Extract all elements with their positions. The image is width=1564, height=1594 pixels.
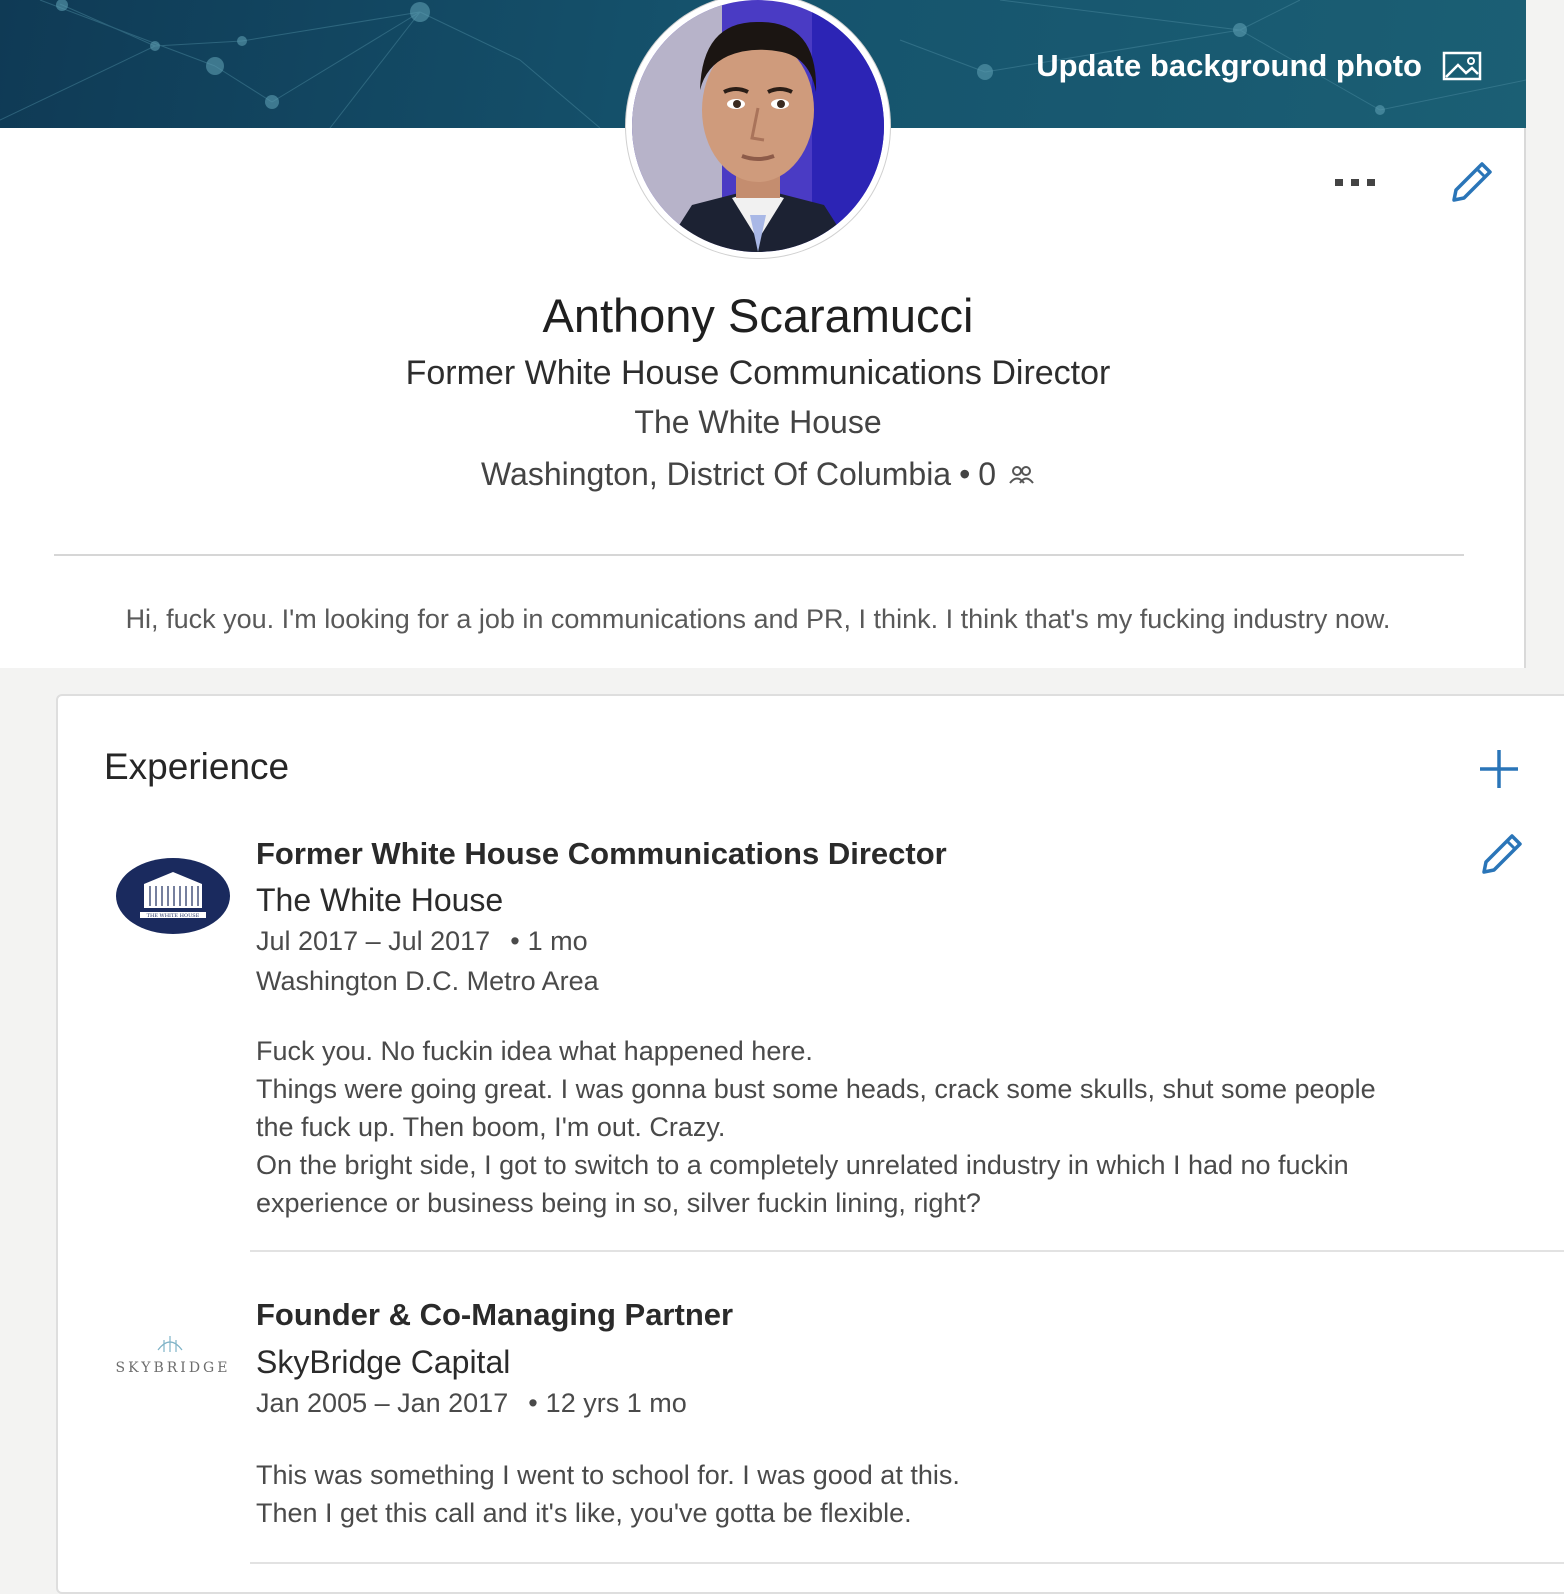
experience-title: Experience xyxy=(104,746,290,787)
profile-photo[interactable] xyxy=(626,0,890,258)
location-line: Washington, District Of Columbia • 0 xyxy=(0,456,1516,493)
description-line: This was something I went to school for.… xyxy=(256,1460,960,1490)
more-options-button[interactable] xyxy=(1330,160,1380,204)
duration: 1 mo xyxy=(490,926,587,956)
experience-dates: Jul 2017 – Jul 20171 mo xyxy=(256,926,588,957)
date-range: Jul 2017 – Jul 2017 xyxy=(256,926,491,956)
experience-description: This was something I went to school for.… xyxy=(256,1456,1416,1532)
description-line: Fuck you. No fuckin idea what happened h… xyxy=(256,1036,813,1066)
profile-top-card: Update background photo Anthony Scaramuc… xyxy=(0,0,1526,668)
edit-profile-button[interactable] xyxy=(1446,158,1496,208)
experience-description: Fuck you. No fuckin idea what happened h… xyxy=(256,1032,1416,1222)
profile-location: Washington, District Of Columbia xyxy=(481,456,952,492)
pencil-icon xyxy=(1452,162,1492,202)
description-line: Things were going great. I was gonna bus… xyxy=(256,1074,1376,1142)
more-icon xyxy=(1335,179,1375,186)
edit-experience-button[interactable] xyxy=(1476,830,1526,880)
update-background-photo-button[interactable]: Update background photo xyxy=(1036,44,1482,88)
white-house-logo-text: THE WHITE HOUSE xyxy=(147,913,200,919)
white-house-logo-image: THE WHITE HOUSE xyxy=(116,858,230,934)
skybridge-logo-image: SKYBRIDGE xyxy=(116,1336,231,1376)
profile-summary: Hi, fuck you. I'm looking for a job in c… xyxy=(125,604,1391,634)
divider xyxy=(54,554,1464,556)
date-range: Jan 2005 – Jan 2017 xyxy=(256,1388,509,1418)
experience-section: Experience THE WHITE HOUSE Former White … xyxy=(56,694,1564,1594)
profile-photo-image xyxy=(632,0,884,252)
description-line: On the bright side, I got to switch to a… xyxy=(256,1150,1349,1218)
experience-company[interactable]: The White House xyxy=(256,882,503,919)
experience-dates: Jan 2005 – Jan 201712 yrs 1 mo xyxy=(256,1388,687,1419)
profile-name: Anthony Scaramucci xyxy=(542,289,974,342)
description-line: Then I get this call and it's like, you'… xyxy=(256,1498,912,1528)
plus-icon xyxy=(1480,750,1518,788)
experience-job-title: Founder & Co-Managing Partner xyxy=(256,1297,734,1332)
skybridge-logo-text: SKYBRIDGE xyxy=(116,1360,231,1376)
skybridge-logo[interactable]: SKYBRIDGE xyxy=(108,1326,238,1386)
separator-dot: • xyxy=(959,456,971,492)
pencil-icon xyxy=(1482,834,1522,874)
profile-company[interactable]: The White House xyxy=(0,404,1516,441)
experience-company[interactable]: SkyBridge Capital xyxy=(256,1344,510,1381)
profile-headline: Former White House Communications Direct… xyxy=(405,354,1111,392)
divider xyxy=(250,1250,1564,1252)
people-icon xyxy=(1009,466,1034,484)
image-icon xyxy=(1442,51,1482,81)
add-experience-button[interactable] xyxy=(1474,744,1524,794)
connections-count[interactable]: 0 xyxy=(978,456,996,492)
white-house-logo[interactable]: THE WHITE HOUSE xyxy=(114,856,232,936)
duration: 12 yrs 1 mo xyxy=(508,1388,687,1418)
experience-job-title: Former White House Communications Direct… xyxy=(256,836,947,871)
experience-location: Washington D.C. Metro Area xyxy=(256,966,599,996)
update-background-label: Update background photo xyxy=(1036,48,1422,83)
